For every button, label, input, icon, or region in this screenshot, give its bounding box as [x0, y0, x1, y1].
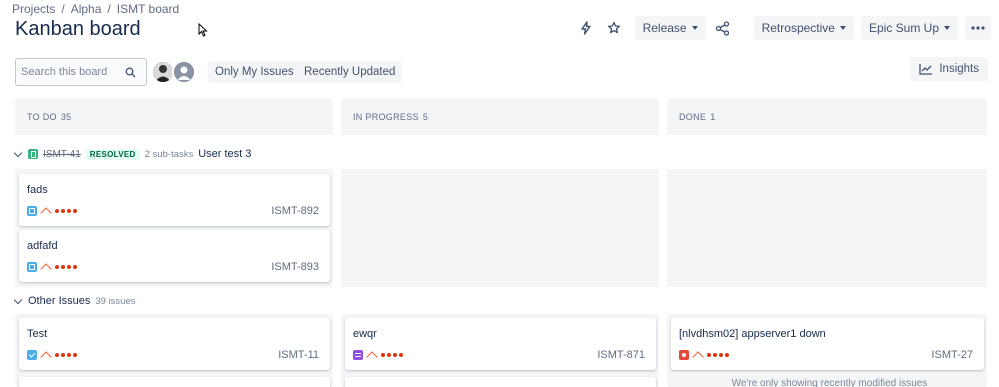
status-badge: RESOLVED — [85, 148, 140, 160]
subtask-icon — [27, 262, 37, 272]
share-button[interactable] — [710, 16, 736, 40]
breadcrumb-projects[interactable]: Projects — [12, 2, 55, 16]
chevron-down-icon[interactable] — [13, 295, 23, 304]
bug-icon — [679, 350, 689, 360]
release-button[interactable]: Release — [634, 16, 706, 40]
card-meta — [27, 261, 77, 275]
recently-updated-filter[interactable]: Recently Updated — [297, 61, 403, 83]
user-photo-icon — [153, 62, 173, 82]
insights-label: Insights — [939, 63, 979, 75]
board-header-actions: Release Retrospective Epic Sum Up — [573, 16, 991, 40]
issue-card[interactable]: Test ISMT-11 — [19, 318, 330, 370]
search-input[interactable] — [21, 66, 125, 78]
column-title: TO DO — [27, 111, 57, 122]
share-icon — [715, 20, 730, 36]
card-meta — [679, 349, 729, 363]
breadcrumb-separator: / — [107, 2, 111, 16]
search-icon — [125, 67, 136, 77]
estimate-dots-icon — [55, 353, 77, 357]
insights-button[interactable]: Insights — [910, 57, 988, 81]
card-summary: adfafd — [27, 240, 58, 252]
card-summary: ewqr — [353, 328, 377, 340]
chevron-down-icon[interactable] — [13, 148, 23, 157]
column-done-lane — [667, 169, 987, 287]
epic-icon — [353, 350, 363, 360]
chevron-down-icon — [944, 26, 950, 30]
column-in-progress-lane — [341, 169, 659, 287]
story-icon — [28, 149, 38, 159]
card-key[interactable]: ISMT-871 — [597, 349, 645, 361]
search-board — [15, 58, 147, 86]
column-header-in-progress: IN PROGRESS 5 — [341, 98, 659, 135]
column-count: 5 — [422, 111, 429, 122]
release-button-label: Release — [642, 21, 687, 35]
priority-high-icon — [40, 207, 52, 219]
card-summary: [nlvdhsm02] appserver1 down — [679, 328, 826, 340]
epic-sum-up-button-label: Epic Sum Up — [868, 21, 939, 35]
task-icon — [27, 350, 37, 360]
priority-high-icon — [40, 351, 52, 363]
card-meta — [353, 349, 403, 363]
column-header-done: DONE 1 — [667, 98, 987, 135]
estimate-dots-icon — [381, 353, 403, 357]
more-actions-button[interactable] — [965, 16, 991, 40]
priority-high-icon — [692, 351, 704, 363]
card-summary: Test — [27, 328, 48, 340]
done-column-notice: We're only showing recently modified iss… — [731, 378, 928, 387]
retrospective-button[interactable]: Retrospective — [753, 16, 854, 40]
swimlane-title: Other Issues — [28, 295, 91, 307]
swimlane-parent-header[interactable]: ISMT-41 RESOLVED 2 sub-tasks User test 3 — [13, 148, 252, 160]
retrospective-button-label: Retrospective — [761, 21, 835, 35]
card-summary: fads — [27, 184, 48, 196]
card-meta — [27, 205, 77, 219]
column-title: DONE — [679, 111, 707, 122]
avatar[interactable] — [172, 60, 196, 84]
issue-card[interactable]: ewqr ISMT-871 — [345, 318, 656, 370]
user-icon — [174, 62, 194, 82]
chart-line-icon — [919, 64, 933, 75]
more-icon — [971, 26, 985, 30]
column-count: 35 — [60, 111, 72, 122]
column-header-todo: TO DO 35 — [15, 98, 333, 135]
star-icon — [607, 21, 620, 34]
issue-card[interactable] — [345, 377, 656, 387]
column-count: 1 — [710, 111, 716, 122]
parent-issue-key[interactable]: ISMT-41 — [43, 149, 81, 160]
estimate-dots-icon — [707, 353, 729, 357]
mouse-cursor-icon — [198, 23, 208, 37]
only-my-issues-filter[interactable]: Only My Issues — [208, 61, 301, 83]
breadcrumb-alpha[interactable]: Alpha — [71, 2, 102, 16]
priority-high-icon — [40, 263, 52, 275]
estimate-dots-icon — [55, 265, 77, 269]
issue-card[interactable]: fads ISMT-892 — [19, 174, 330, 226]
priority-high-icon — [366, 351, 378, 363]
card-key[interactable]: ISMT-893 — [271, 261, 319, 273]
swimlane-issue-count: 39 issues — [95, 295, 136, 307]
breadcrumb: Projects / Alpha / ISMT board — [12, 2, 179, 16]
card-meta — [27, 349, 77, 363]
issue-card[interactable] — [19, 377, 330, 387]
card-key[interactable]: ISMT-892 — [271, 205, 319, 217]
automation-button[interactable] — [573, 16, 599, 40]
card-key[interactable]: ISMT-11 — [278, 349, 319, 361]
subtask-icon — [27, 206, 37, 216]
parent-issue-summary: User test 3 — [198, 148, 252, 160]
estimate-dots-icon — [55, 209, 77, 213]
card-key[interactable]: ISMT-27 — [931, 349, 973, 361]
subtask-count: 2 sub-tasks — [144, 148, 194, 160]
chevron-down-icon — [839, 26, 846, 30]
swimlane-other-header[interactable]: Other Issues 39 issues — [13, 295, 136, 307]
breadcrumb-separator: / — [61, 2, 65, 16]
column-title: IN PROGRESS — [353, 111, 419, 122]
issue-card[interactable]: [nlvdhsm02] appserver1 down ISMT-27 — [671, 318, 984, 370]
page-title: Kanban board — [15, 18, 141, 40]
chevron-down-icon — [691, 26, 698, 30]
breadcrumb-board[interactable]: ISMT board — [117, 2, 179, 16]
epic-sum-up-button[interactable]: Epic Sum Up — [860, 16, 958, 40]
lightning-icon — [580, 21, 591, 35]
star-button[interactable] — [601, 16, 627, 40]
issue-card[interactable]: adfafd ISMT-893 — [19, 230, 330, 282]
